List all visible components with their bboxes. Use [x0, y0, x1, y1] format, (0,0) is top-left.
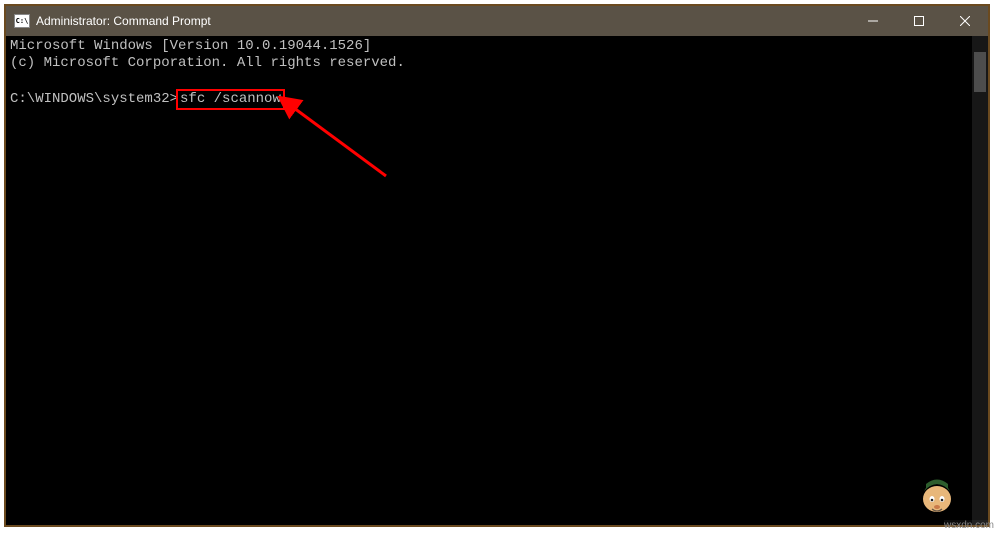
- scrollbar[interactable]: [972, 36, 988, 525]
- titlebar[interactable]: C:\ Administrator: Command Prompt: [6, 6, 988, 36]
- maximize-button[interactable]: [896, 6, 942, 36]
- command-text: sfc /scannow: [180, 91, 281, 107]
- cmd-icon-text: C:\: [16, 17, 29, 25]
- terminal-line-prompt: C:\WINDOWS\system32>sfc /scannow: [10, 89, 984, 110]
- terminal-line-copyright: (c) Microsoft Corporation. All rights re…: [10, 55, 984, 72]
- brand-mascot-icon: [914, 469, 960, 515]
- terminal-line-version: Microsoft Windows [Version 10.0.19044.15…: [10, 38, 984, 55]
- prompt-text: C:\WINDOWS\system32>: [10, 91, 178, 107]
- maximize-icon: [914, 16, 924, 26]
- cmd-icon: C:\: [14, 14, 30, 28]
- terminal-line-blank: [10, 72, 984, 89]
- scrollbar-thumb[interactable]: [974, 52, 986, 92]
- terminal-content[interactable]: Microsoft Windows [Version 10.0.19044.15…: [6, 36, 988, 525]
- close-icon: [960, 16, 970, 26]
- command-highlight-box: sfc /scannow: [176, 89, 285, 110]
- watermark-text: wsxdn.com: [944, 520, 994, 531]
- window-frame: C:\ Administrator: Command Prompt Micros…: [4, 4, 990, 527]
- close-button[interactable]: [942, 6, 988, 36]
- minimize-icon: [868, 16, 878, 26]
- window-title: Administrator: Command Prompt: [36, 14, 211, 28]
- window-controls: [850, 6, 988, 36]
- minimize-button[interactable]: [850, 6, 896, 36]
